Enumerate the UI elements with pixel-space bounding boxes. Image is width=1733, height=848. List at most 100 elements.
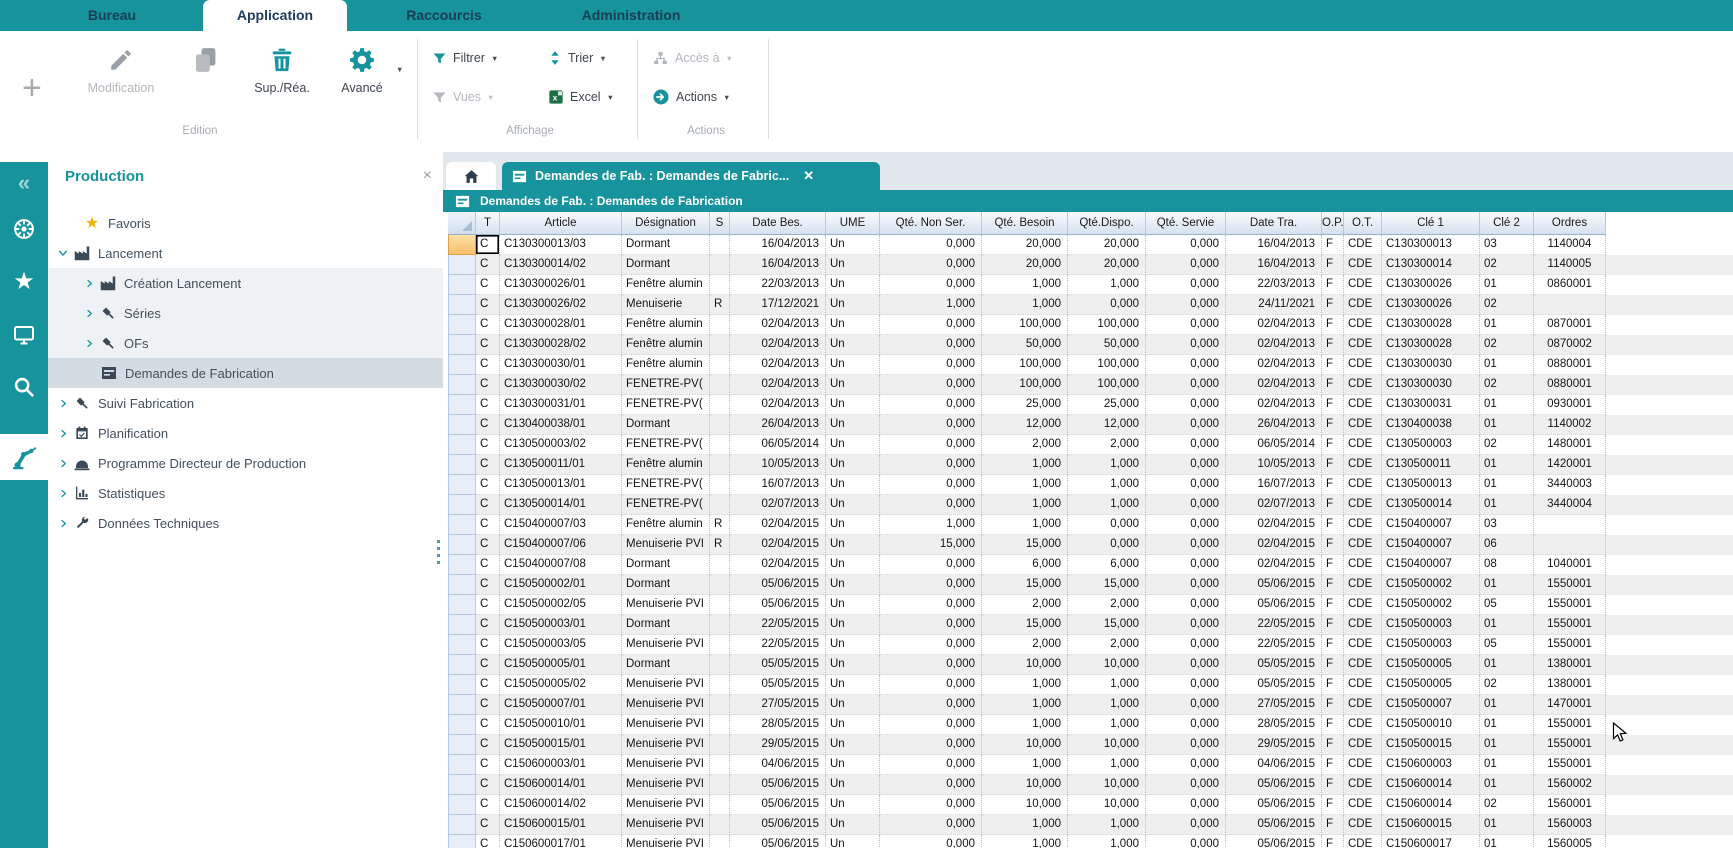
table-cell[interactable] — [710, 435, 730, 455]
advanced-caret-icon[interactable]: ▼ — [396, 65, 403, 74]
suppress-restore-button[interactable]: Sup./Réa. — [248, 41, 316, 95]
table-cell[interactable]: 01 — [1480, 775, 1534, 795]
row-selector[interactable] — [448, 295, 476, 315]
table-cell[interactable]: C130500003 — [1382, 435, 1480, 455]
table-cell[interactable]: 1380001 — [1534, 655, 1606, 675]
table-cell[interactable]: 02 — [1480, 255, 1534, 275]
table-cell[interactable]: 22/05/2015 — [1226, 615, 1322, 635]
table-cell[interactable]: Menuiserie PVI — [622, 815, 710, 835]
table-cell[interactable]: 0,000 — [880, 815, 982, 835]
table-cell[interactable]: 0,000 — [1146, 395, 1226, 415]
table-cell[interactable]: 0,000 — [880, 695, 982, 715]
table-cell[interactable]: 0,000 — [880, 315, 982, 335]
table-cell[interactable]: 100,000 — [1068, 355, 1146, 375]
chevron-down-icon[interactable] — [55, 248, 71, 258]
table-cell[interactable]: C — [476, 775, 500, 795]
table-cell[interactable]: 05/05/2015 — [1226, 655, 1322, 675]
table-cell[interactable]: F — [1322, 355, 1344, 375]
table-cell[interactable]: Un — [826, 695, 880, 715]
table-cell[interactable]: Un — [826, 515, 880, 535]
table-cell[interactable]: F — [1322, 695, 1344, 715]
table-cell[interactable]: 0,000 — [1146, 475, 1226, 495]
table-cell[interactable]: 0,000 — [1146, 595, 1226, 615]
table-cell[interactable]: C150400007/06 — [500, 535, 622, 555]
table-cell[interactable]: C150600015/01 — [500, 815, 622, 835]
add-button[interactable]: + — [22, 71, 42, 105]
table-cell[interactable]: 0,000 — [1068, 515, 1146, 535]
table-cell[interactable] — [710, 235, 730, 255]
table-cell[interactable]: 15,000 — [1068, 615, 1146, 635]
table-cell[interactable]: 16/04/2013 — [1226, 235, 1322, 255]
table-cell[interactable]: 0,000 — [1146, 675, 1226, 695]
sort-button[interactable]: Trier ▼ — [548, 47, 607, 69]
table-cell[interactable]: 1,000 — [1068, 715, 1146, 735]
table-cell[interactable]: 0,000 — [880, 335, 982, 355]
table-cell[interactable]: C — [476, 595, 500, 615]
table-cell[interactable]: 0,000 — [880, 795, 982, 815]
table-cell[interactable]: C150500003/05 — [500, 635, 622, 655]
table-cell[interactable]: Un — [826, 335, 880, 355]
ribbon-tab-administration[interactable]: Administration — [568, 0, 694, 31]
table-cell[interactable]: F — [1322, 455, 1344, 475]
table-cell[interactable] — [710, 375, 730, 395]
table-cell[interactable]: Fenêtre alumin — [622, 515, 710, 535]
table-cell[interactable]: F — [1322, 335, 1344, 355]
views-button[interactable]: Vues ▼ — [432, 86, 494, 108]
table-cell[interactable]: C — [476, 375, 500, 395]
table-cell[interactable]: 02/04/2015 — [1226, 555, 1322, 575]
table-cell[interactable]: 05 — [1480, 635, 1534, 655]
table-cell[interactable]: C — [476, 655, 500, 675]
table-cell[interactable]: 1,000 — [982, 295, 1068, 315]
table-cell[interactable]: 16/04/2013 — [1226, 255, 1322, 275]
table-cell[interactable]: R — [710, 535, 730, 555]
table-cell[interactable]: Un — [826, 435, 880, 455]
table-cell[interactable]: 0,000 — [880, 735, 982, 755]
document-tab-demandes[interactable]: Demandes de Fab. : Demandes de Fabric...… — [502, 162, 880, 190]
table-cell[interactable]: 1,000 — [982, 275, 1068, 295]
table-cell[interactable]: F — [1322, 775, 1344, 795]
table-cell[interactable]: CDE — [1344, 535, 1382, 555]
table-cell[interactable]: CDE — [1344, 435, 1382, 455]
table-cell[interactable]: CDE — [1344, 715, 1382, 735]
table-cell[interactable]: Fenêtre alumin — [622, 455, 710, 475]
copy-button[interactable] — [186, 41, 226, 79]
table-cell[interactable]: 06 — [1480, 535, 1534, 555]
table-cell[interactable]: Un — [826, 715, 880, 735]
table-cell[interactable]: 100,000 — [982, 355, 1068, 375]
table-cell[interactable] — [710, 255, 730, 275]
sidebar-item-ofs[interactable]: OFs — [48, 328, 443, 358]
table-cell[interactable]: 0,000 — [1146, 235, 1226, 255]
table-cell[interactable] — [710, 355, 730, 375]
table-cell[interactable]: 02/07/2013 — [1226, 495, 1322, 515]
table-cell[interactable]: C130400038/01 — [500, 415, 622, 435]
table-cell[interactable]: C130500011 — [1382, 455, 1480, 475]
table-cell[interactable]: 2,000 — [1068, 595, 1146, 615]
table-cell[interactable]: 05/06/2015 — [730, 775, 826, 795]
table-cell[interactable]: C — [476, 735, 500, 755]
table-cell[interactable]: 15,000 — [982, 575, 1068, 595]
table-cell[interactable]: 15,000 — [880, 535, 982, 555]
table-cell[interactable]: 1,000 — [982, 695, 1068, 715]
table-cell[interactable]: 05/06/2015 — [1226, 815, 1322, 835]
table-cell[interactable]: Dormant — [622, 655, 710, 675]
table-cell[interactable]: 15,000 — [982, 615, 1068, 635]
table-cell[interactable]: 1550001 — [1534, 615, 1606, 635]
table-cell[interactable]: 1,000 — [982, 455, 1068, 475]
table-cell[interactable]: 0,000 — [1146, 515, 1226, 535]
table-cell[interactable]: 01 — [1480, 735, 1534, 755]
table-cell[interactable]: CDE — [1344, 475, 1382, 495]
table-cell[interactable]: C130300030 — [1382, 375, 1480, 395]
table-cell[interactable]: 05/06/2015 — [730, 815, 826, 835]
table-cell[interactable]: 26/04/2013 — [730, 415, 826, 435]
table-cell[interactable]: C150600014 — [1382, 795, 1480, 815]
module-search-button[interactable] — [0, 370, 48, 404]
row-selector[interactable] — [448, 575, 476, 595]
table-cell[interactable]: C — [476, 455, 500, 475]
table-cell[interactable]: C — [476, 795, 500, 815]
table-cell[interactable]: 29/05/2015 — [1226, 735, 1322, 755]
table-cell[interactable] — [710, 455, 730, 475]
table-cell[interactable]: 02/04/2013 — [730, 355, 826, 375]
table-cell[interactable]: 0,000 — [880, 455, 982, 475]
table-cell[interactable]: C150600014/02 — [500, 795, 622, 815]
table-cell[interactable]: F — [1322, 555, 1344, 575]
